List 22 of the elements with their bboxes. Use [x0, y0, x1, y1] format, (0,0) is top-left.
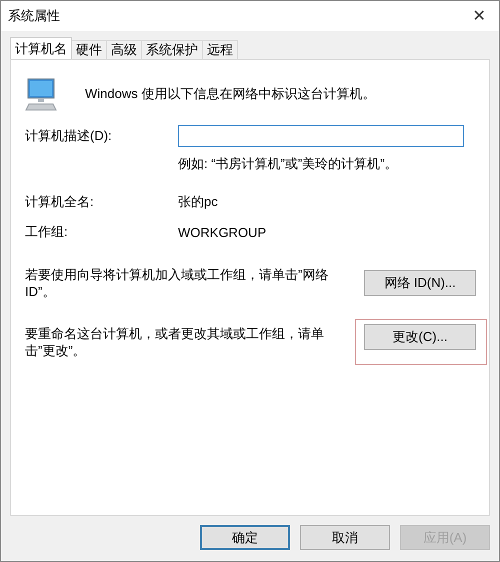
- dialog-button[interactable]: 确定: [200, 525, 290, 550]
- tab[interactable]: 高级: [106, 40, 142, 59]
- action-button[interactable]: 网络 ID(N)...: [364, 270, 476, 296]
- tab[interactable]: 远程: [202, 40, 238, 59]
- action-button[interactable]: 更改(C)...: [364, 324, 476, 350]
- window-title: 系统属性: [8, 7, 60, 25]
- computer-icon: [25, 77, 57, 111]
- hint-text: 例如: “书房计算机”或”美玲的计算机”。: [178, 155, 398, 173]
- field-value: 张的pc: [178, 193, 218, 211]
- field-label: 计算机全名:: [25, 193, 95, 211]
- tab[interactable]: 硬件: [71, 40, 107, 59]
- instruction-text: 要重命名这台计算机，或者更改其域或工作组，请单击”更改”。: [25, 325, 325, 359]
- field-label: 工作组:: [25, 223, 69, 241]
- field-label: 计算机描述(D):: [25, 127, 113, 145]
- intro-text: Windows 使用以下信息在网络中标识这台计算机。: [85, 85, 376, 103]
- instruction-text: 若要使用向导将计算机加入域或工作组，请单击”网络ID”。: [25, 266, 330, 300]
- field-value: WORKGROUP: [178, 224, 266, 240]
- description-field[interactable]: [178, 125, 464, 147]
- tab[interactable]: 计算机名: [10, 37, 72, 59]
- tab[interactable]: 系统保护: [141, 40, 203, 59]
- dialog-button[interactable]: 取消: [300, 525, 390, 550]
- close-button[interactable]: ✕: [459, 1, 499, 31]
